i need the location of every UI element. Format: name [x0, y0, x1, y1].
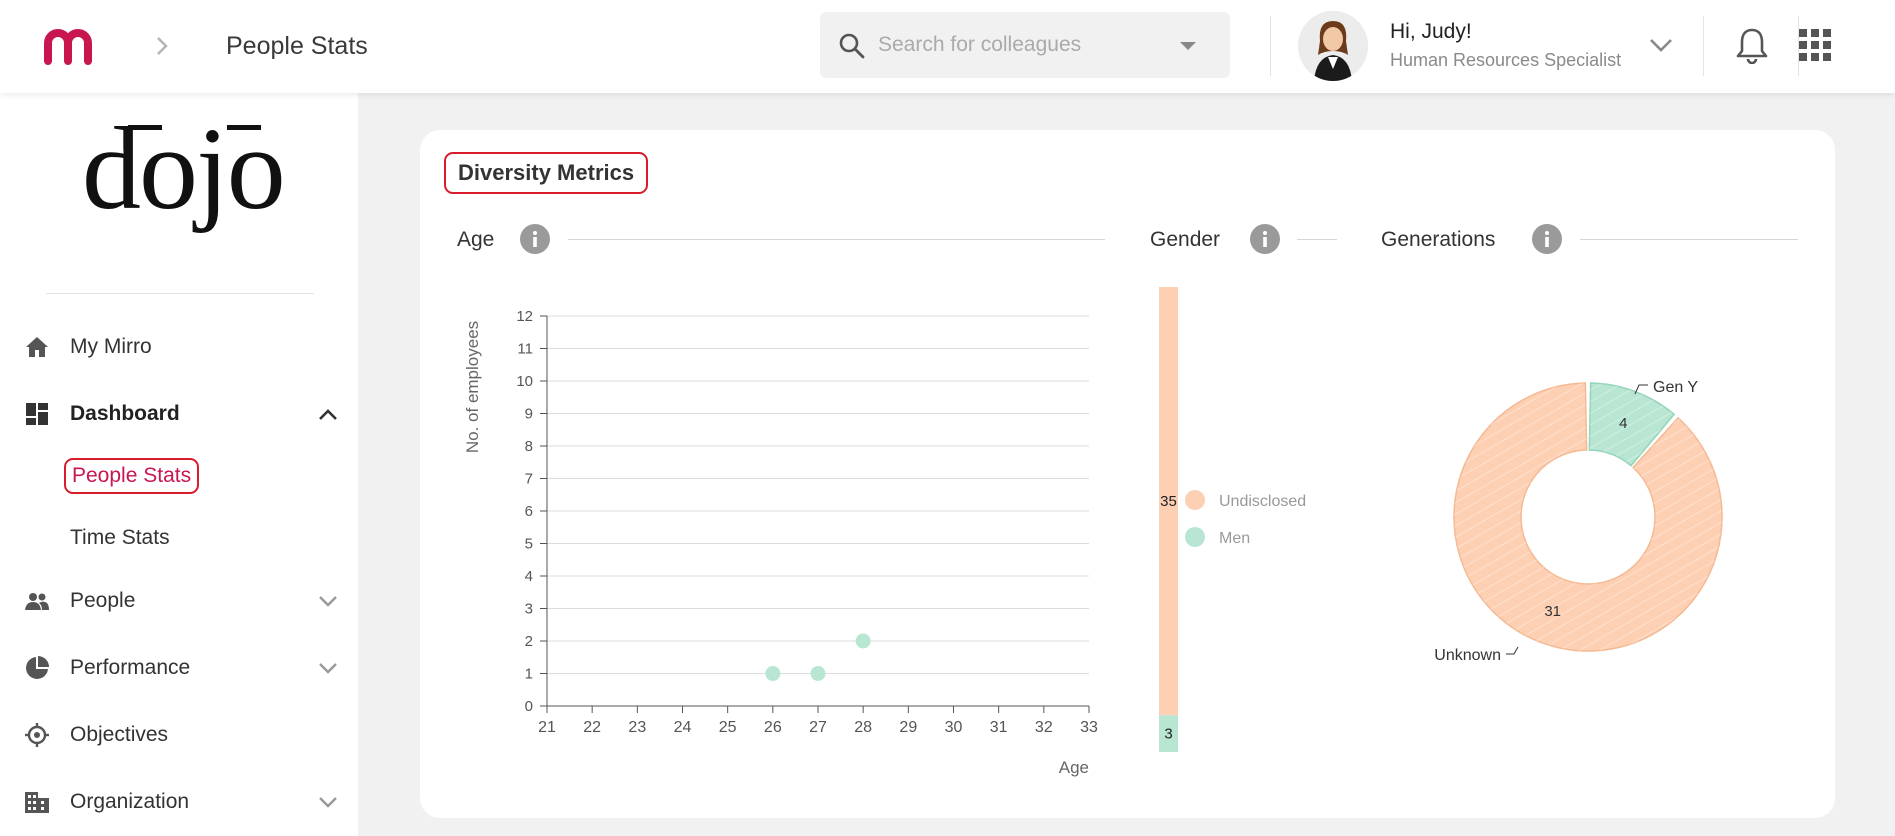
y-tick-label: 4 [525, 568, 533, 585]
home-icon [26, 337, 48, 357]
avatar[interactable] [1298, 11, 1368, 81]
donut-leader-line [1506, 646, 1519, 655]
y-tick-label: 10 [516, 373, 533, 390]
x-tick-label: 23 [628, 719, 646, 736]
scatter-point [765, 666, 781, 681]
diversity-charts: 012345678910111221 22 23 24 25 26 27 28 29 30 31 32… [463, 287, 1723, 777]
scatter-point [855, 633, 871, 649]
donut-value-label: 31 [1544, 603, 1561, 620]
sidebar-item-label: Dashboard [70, 402, 180, 425]
x-tick-label: 26 [764, 719, 782, 736]
x-tick-label: 25 [719, 719, 737, 736]
x-tick-label: 30 [945, 719, 963, 736]
search-dropdown-icon[interactable] [1180, 42, 1196, 50]
sidebar-item-performance[interactable]: Performance [0, 643, 358, 693]
chevron-down-icon[interactable] [318, 661, 338, 675]
sidebar-subitem-people-stats[interactable]: People Stats [64, 458, 200, 494]
y-tick-label: 1 [525, 666, 533, 683]
user-role: Human Resources Specialist [1390, 50, 1622, 70]
sidebar-item-label: Organization [70, 790, 190, 813]
dashboard-icon [26, 403, 48, 425]
legend-swatch [1185, 527, 1205, 547]
legend-label: Men [1219, 530, 1250, 547]
legend-label: Undisclosed [1219, 493, 1306, 510]
donut-value-label: 4 [1619, 415, 1627, 432]
sidebar-item-objectives[interactable]: Objectives [0, 710, 358, 760]
legend-swatch [1185, 490, 1205, 510]
gender-bar-label: 35 [1160, 493, 1177, 510]
breadcrumb-chevron-icon [157, 37, 168, 55]
sidebar-item-label: My Mirro [70, 335, 152, 358]
donut-name-label: Gen Y [1653, 379, 1698, 396]
search-input[interactable] [878, 12, 1168, 78]
x-tick-label: 27 [809, 719, 827, 736]
sidebar-item-dashboard[interactable]: Dashboard [0, 389, 358, 439]
people-icon [25, 593, 49, 610]
divider [1703, 16, 1704, 76]
y-tick-label: 6 [525, 503, 533, 520]
chevron-down-icon[interactable] [318, 594, 338, 608]
sidebar-item-my-mirro[interactable]: My Mirro [0, 322, 358, 372]
user-avatar-icon [1298, 11, 1368, 81]
y-tick-label: 8 [525, 438, 533, 455]
y-axis-label: No. of employees [463, 321, 482, 453]
pie-chart-icon [26, 656, 49, 679]
building-icon [25, 792, 49, 813]
x-axis-label: Age [1059, 758, 1089, 777]
sidebar-divider [46, 293, 314, 294]
sidebar-subitem-time-stats[interactable]: Time Stats [70, 526, 170, 550]
y-tick-label: 5 [525, 536, 533, 553]
sidebar-item-label: Performance [70, 656, 191, 679]
y-tick-label: 7 [525, 471, 533, 488]
y-tick-label: 9 [525, 406, 533, 423]
x-tick-label: 33 [1080, 719, 1098, 736]
x-tick-label: 28 [854, 719, 872, 736]
y-tick-label: 11 [517, 341, 533, 358]
user-greeting: Hi, Judy! [1390, 20, 1472, 43]
donut-slice-hatch [1454, 383, 1722, 651]
brand-logo-macron [128, 125, 162, 130]
divider [1270, 16, 1271, 76]
notifications-bell-icon[interactable] [1735, 26, 1769, 64]
mirro-logo-icon[interactable] [42, 27, 102, 67]
y-tick-label: 3 [525, 601, 533, 618]
y-tick-label: 0 [525, 698, 533, 715]
page-title: People Stats [226, 32, 368, 60]
x-tick-label: 29 [899, 719, 917, 736]
sidebar-item-label: Objectives [70, 723, 169, 746]
brand-logo-macron [227, 125, 261, 130]
colleague-search[interactable] [820, 12, 1230, 78]
x-tick-label: 24 [674, 719, 692, 736]
donut-name-label: Unknown [1434, 647, 1501, 664]
sidebar-item-people[interactable]: People [0, 576, 358, 626]
x-tick-label: 32 [1035, 719, 1053, 736]
chevron-up-icon[interactable] [318, 407, 338, 421]
sidebar-item-label: People [70, 589, 136, 612]
y-tick-label: 12 [516, 308, 533, 325]
x-tick-label: 21 [538, 719, 556, 736]
sidebar-item-organization[interactable]: Organization [0, 777, 358, 827]
chevron-down-icon[interactable] [318, 795, 338, 809]
top-bar: People Stats Hi, Judy! Human Resources S… [0, 0, 1895, 93]
target-icon [25, 723, 49, 747]
diversity-metrics-card: Diversity Metrics Age Gender Generations… [420, 130, 1835, 818]
search-icon [839, 33, 865, 59]
x-tick-label: 31 [990, 719, 1008, 736]
user-menu-chevron-icon[interactable] [1648, 36, 1674, 54]
scatter-point [810, 666, 826, 681]
x-tick-label: 22 [583, 719, 601, 736]
y-tick-label: 2 [525, 633, 533, 650]
apps-grid-icon[interactable] [1799, 29, 1831, 61]
gender-bar-label: 3 [1164, 726, 1172, 743]
